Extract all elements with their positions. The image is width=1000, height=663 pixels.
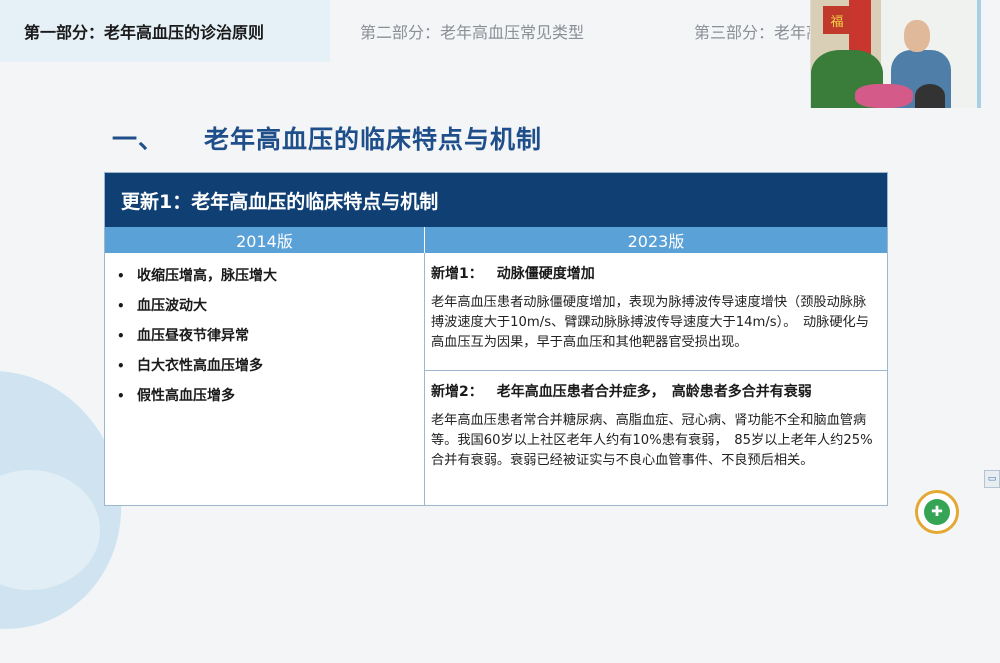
table-header: 更新1：老年高血压的临床特点与机制 [105,173,887,227]
tab-part-one[interactable]: 第一部分：老年高血压的诊治原则 [0,0,330,62]
tab-part-two[interactable]: 第二部分：老年高血压常见类型 [360,0,584,62]
audience-member [915,84,945,108]
bullet-icon: • [117,269,125,283]
logo-emblem: ✚ [924,499,950,525]
list-item: • 假性高血压增多 [117,381,424,411]
video-decoration: 福 [823,6,851,34]
section-title: 一、 老年高血压的临床特点与机制 [112,120,542,156]
speaker-video-overlay[interactable]: 福 [810,0,981,108]
list-item-text: 假性高血压增多 [137,388,235,404]
video-edge [977,0,981,108]
speaker-head [904,20,930,52]
list-item-text: 血压波动大 [137,298,207,314]
update-title: 新增2： 老年高血压患者合并症多， 高龄患者多合并有衰弱 [431,381,877,401]
section-title-text: 老年高血压的临床特点与机制 [204,125,543,154]
update-heading: 老年高血压患者合并症多， 高龄患者多合并有衰弱 [496,384,812,400]
update-label: 新增1： [431,266,483,282]
update-text: 老年高血压患者常合并糖尿病、高脂血症、冠心病、肾功能不全和脑血管病等。我国60岁… [431,413,873,468]
column-headers: 2014版 2023版 [105,227,887,253]
comparison-table: 更新1：老年高血压的临床特点与机制 2014版 2023版 • 收缩压增高，脉压增… [104,172,888,506]
list-item-text: 白大衣性高血压增多 [137,358,263,374]
update-label: 新增2： [431,384,483,400]
update-block-1: 新增1： 动脉僵硬度增加 老年高血压患者动脉僵硬度增加，表现为脉搏波传导速度增快（… [425,253,887,371]
list-item: • 收缩压增高，脉压增大 [117,261,424,291]
video-flowers [855,84,913,108]
bullet-icon: • [117,359,125,373]
update-text: 老年高血压患者动脉僵硬度增加，表现为脉搏波传导速度增快（颈股动脉脉搏波速度大于1… [431,295,869,350]
list-item-text: 收缩压增高，脉压增大 [137,268,277,284]
update-block-2: 新增2： 老年高血压患者合并症多， 高龄患者多合并有衰弱 老年高血压患者常合并糖尿… [425,371,887,471]
update-heading: 动脉僵硬度增加 [496,266,595,282]
list-item: • 血压昼夜节律异常 [117,321,424,351]
hospital-logo-icon: ✚ [915,490,959,534]
bullet-icon: • [117,389,125,403]
list-item-text: 血压昼夜节律异常 [137,328,249,344]
bullet-icon: • [117,329,125,343]
table-body: • 收缩压增高，脉压增大 • 血压波动大 • 血压昼夜节律异常 • 白大衣性高血压增多 … [105,253,887,505]
column-2023-content: 新增1： 动脉僵硬度增加 老年高血压患者动脉僵硬度增加，表现为脉搏波传导速度增快（… [425,253,887,505]
section-number: 一、 [112,125,165,154]
list-item: • 血压波动大 [117,291,424,321]
list-item: • 白大衣性高血压增多 [117,351,424,381]
column-header-2023: 2023版 [425,227,887,253]
update-title: 新增1： 动脉僵硬度增加 [431,263,877,283]
tab-part-three[interactable]: 第三部分：老年高血压 [694,0,812,62]
column-2014-content: • 收缩压增高，脉压增大 • 血压波动大 • 血压昼夜节律异常 • 白大衣性高血压增多 … [105,253,425,505]
scroll-toggle-icon[interactable]: ▭ [984,470,1000,488]
column-header-2014: 2014版 [105,227,425,253]
bullet-icon: • [117,299,125,313]
